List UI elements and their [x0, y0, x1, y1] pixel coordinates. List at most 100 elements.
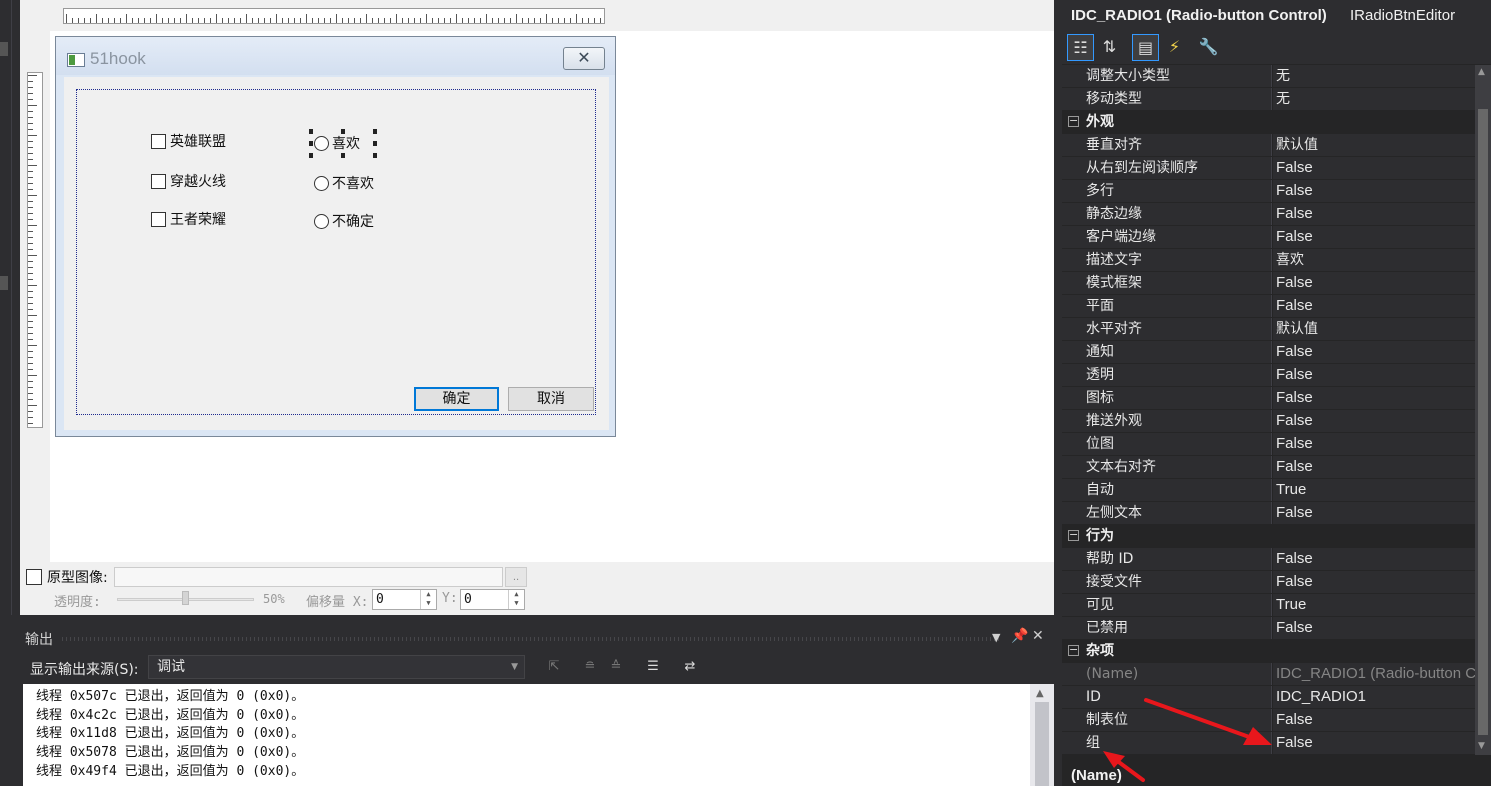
property-value[interactable]: False — [1273, 226, 1475, 248]
property-value[interactable]: False — [1273, 433, 1475, 455]
output-log[interactable]: 线程 0x507c 已退出，返回值为 0 (0x0)。 线程 0x4c2c 已退… — [23, 684, 1030, 786]
pin-icon[interactable]: 📌 — [1011, 628, 1028, 644]
property-value[interactable]: IDC_RADIO1 — [1273, 686, 1475, 708]
scrollbar-thumb[interactable] — [1478, 109, 1488, 735]
ok-button[interactable]: 确定 — [414, 387, 499, 411]
dialog-window[interactable]: 51hook ✕ 英雄联盟 穿越火线 王者荣耀 喜欢 不喜欢 不确定 确定 取消 — [55, 36, 616, 437]
property-row[interactable]: 调整大小类型无 — [1062, 65, 1475, 88]
property-value[interactable]: 无 — [1273, 65, 1475, 87]
property-row[interactable]: (Name)IDC_RADIO1 (Radio-button Control) — [1062, 663, 1475, 686]
radio-circle[interactable] — [314, 214, 329, 229]
clear-all-icon[interactable]: ☰ — [644, 658, 662, 676]
property-row[interactable]: 可见 True — [1062, 594, 1475, 617]
checkbox-box[interactable] — [151, 174, 166, 189]
property-row[interactable]: 客户端边缘 False — [1062, 226, 1475, 249]
property-value[interactable]: False — [1273, 617, 1475, 639]
property-value[interactable]: False — [1273, 203, 1475, 225]
prototype-image-path-input[interactable] — [114, 567, 503, 587]
property-row[interactable]: 通知 False — [1062, 341, 1475, 364]
property-row[interactable]: 位图 False — [1062, 433, 1475, 456]
property-value[interactable]: False — [1273, 732, 1475, 754]
spinner-arrows-icon[interactable]: ▲ ▼ — [420, 590, 436, 609]
property-row[interactable]: 水平对齐 默认值 — [1062, 318, 1475, 341]
property-value[interactable]: False — [1273, 387, 1475, 409]
events-icon[interactable]: ⚡ — [1161, 34, 1188, 61]
property-category[interactable]: − 外观 — [1062, 111, 1475, 134]
scroll-up-icon[interactable]: ▲ — [1478, 67, 1485, 77]
close-button[interactable]: ✕ — [563, 47, 605, 70]
toolbox-tab[interactable] — [0, 276, 8, 290]
property-value[interactable]: 喜欢 — [1273, 249, 1475, 271]
property-row[interactable]: 静态边缘 False — [1062, 203, 1475, 226]
scrollbar-thumb[interactable] — [1035, 702, 1049, 786]
opacity-slider-thumb[interactable] — [182, 591, 189, 605]
property-value[interactable]: False — [1273, 502, 1475, 524]
checkbox-box[interactable] — [151, 212, 166, 227]
categorized-icon[interactable]: ☷ — [1067, 34, 1094, 61]
property-row[interactable]: 接受文件 False — [1062, 571, 1475, 594]
spinner-arrows-icon[interactable]: ▲ ▼ — [508, 590, 524, 609]
collapse-icon[interactable]: − — [1068, 644, 1079, 656]
property-row[interactable]: 自动 True — [1062, 479, 1475, 502]
alphabetical-icon[interactable]: ⇅ — [1096, 34, 1123, 61]
collapse-icon[interactable]: − — [1068, 115, 1079, 127]
radio-unsure[interactable]: 不确定 — [314, 212, 374, 232]
checkbox-cf[interactable]: 穿越火线 — [151, 172, 226, 192]
selection-handle[interactable] — [373, 153, 377, 158]
property-value[interactable]: False — [1273, 456, 1475, 478]
property-value[interactable]: IDC_RADIO1 (Radio-button Control) — [1273, 663, 1475, 685]
checkbox-lol[interactable]: 英雄联盟 — [151, 132, 226, 152]
close-icon[interactable]: ✕ — [1032, 628, 1044, 644]
selection-handle[interactable] — [373, 141, 377, 146]
radio-dislike[interactable]: 不喜欢 — [314, 174, 374, 194]
dialog-title-bar[interactable]: 51hook ✕ — [56, 37, 615, 75]
checkbox-box[interactable] — [151, 134, 166, 149]
selection-handle[interactable] — [309, 129, 313, 134]
selection-handle[interactable] — [373, 129, 377, 134]
property-value[interactable]: 默认值 — [1273, 318, 1475, 340]
offset-y-spinner[interactable]: 0 ▲ ▼ — [460, 589, 525, 610]
properties-icon[interactable]: ▤ — [1132, 34, 1159, 61]
property-row[interactable]: 描述文字 喜欢 — [1062, 249, 1475, 272]
property-value[interactable]: False — [1273, 571, 1475, 593]
property-row[interactable]: ID IDC_RADIO1 — [1062, 686, 1475, 709]
property-row[interactable]: 帮助 ID False — [1062, 548, 1475, 571]
property-value[interactable]: False — [1273, 341, 1475, 363]
property-row[interactable]: 左侧文本 False — [1062, 502, 1475, 525]
previous-message-icon[interactable]: ≘ — [581, 658, 599, 676]
property-value[interactable]: False — [1273, 364, 1475, 386]
property-value[interactable]: True — [1273, 479, 1475, 501]
property-value[interactable]: False — [1273, 180, 1475, 202]
output-scrollbar[interactable]: ▲ — [1030, 684, 1054, 786]
selection-handle[interactable] — [309, 153, 313, 158]
property-row[interactable]: 垂直对齐 默认值 — [1062, 134, 1475, 157]
property-row[interactable]: 透明 False — [1062, 364, 1475, 387]
prototype-image-checkbox[interactable] — [26, 569, 42, 585]
property-value[interactable]: False — [1273, 295, 1475, 317]
radio-circle[interactable] — [314, 136, 329, 151]
next-message-icon[interactable]: ≙ — [607, 658, 625, 676]
collapse-icon[interactable]: − — [1068, 529, 1079, 541]
property-pages-icon[interactable]: 🔧 — [1195, 34, 1222, 61]
selection-handle[interactable] — [309, 141, 313, 146]
radio-like[interactable]: 喜欢 — [314, 134, 360, 154]
browse-button[interactable]: .. — [505, 567, 527, 587]
radio-circle[interactable] — [314, 176, 329, 191]
property-row[interactable]: 推送外观 False — [1062, 410, 1475, 433]
property-category[interactable]: − 杂项 — [1062, 640, 1475, 663]
panel-menu-icon[interactable]: ▼ — [992, 631, 1000, 644]
properties-scrollbar[interactable]: ▲ ▼ — [1475, 65, 1491, 755]
scroll-up-icon[interactable]: ▲ — [1036, 688, 1044, 699]
property-row[interactable]: 模式框架 False — [1062, 272, 1475, 295]
property-row[interactable]: 移动类型无 — [1062, 88, 1475, 111]
property-row[interactable]: 制表位 False — [1062, 709, 1475, 732]
find-message-icon[interactable]: ⇱ — [545, 658, 563, 676]
property-value[interactable]: 无 — [1273, 88, 1475, 110]
toolbox-tab[interactable] — [0, 42, 8, 56]
scroll-down-icon[interactable]: ▼ — [1478, 741, 1485, 751]
property-value[interactable]: False — [1273, 410, 1475, 432]
checkbox-hok[interactable]: 王者荣耀 — [151, 210, 226, 230]
selection-handle[interactable] — [341, 153, 345, 158]
property-value[interactable]: 默认值 — [1273, 134, 1475, 156]
word-wrap-icon[interactable]: ⇄ — [681, 658, 699, 676]
